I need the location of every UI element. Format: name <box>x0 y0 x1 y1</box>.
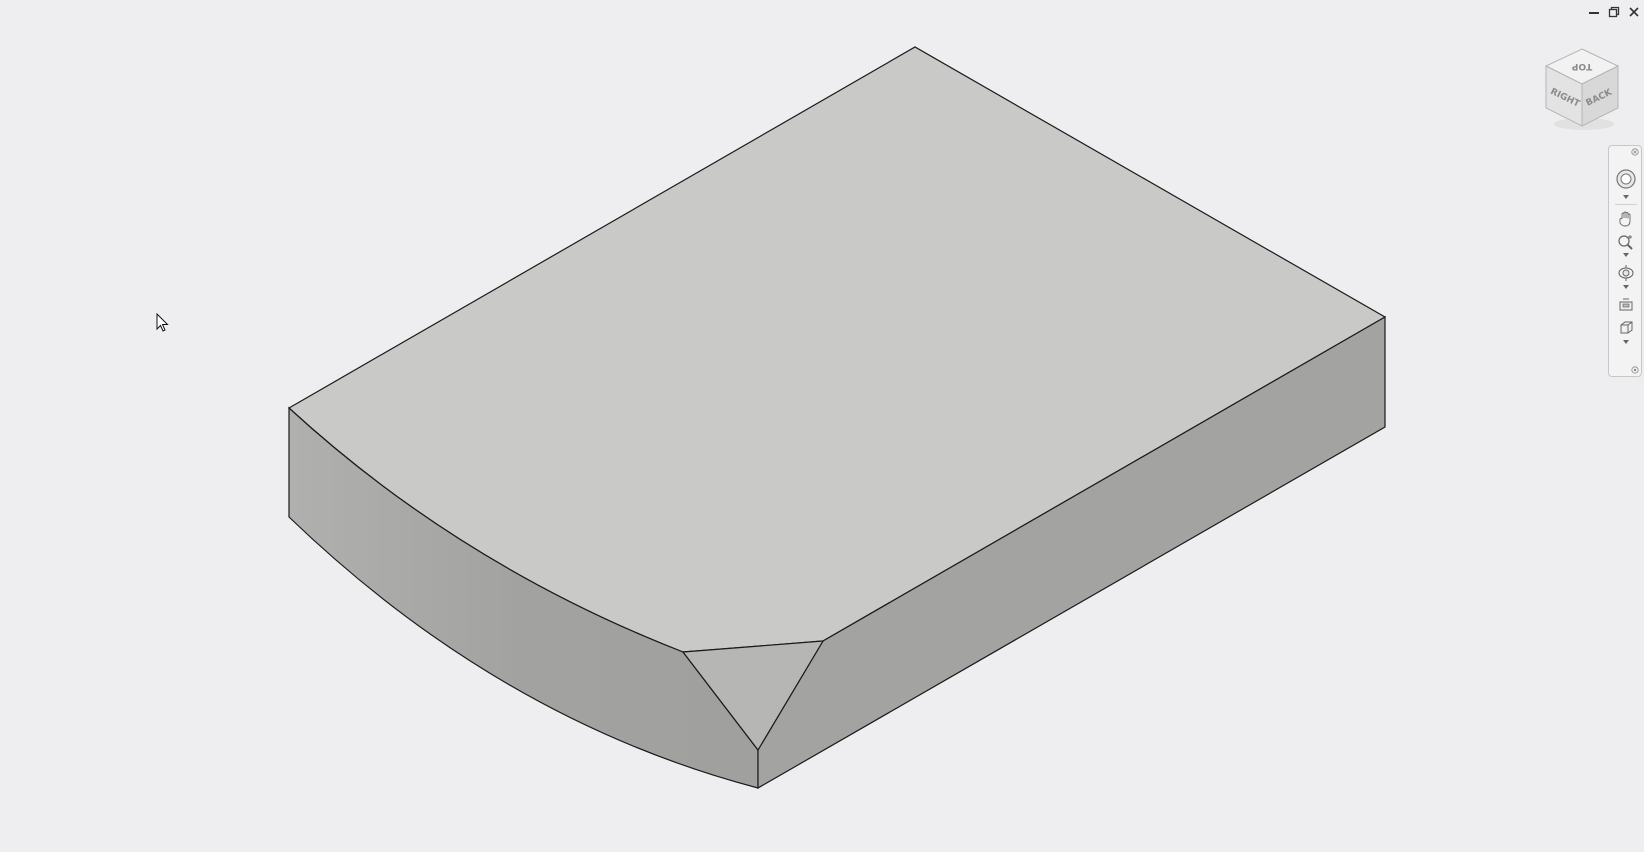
chevron-down-icon <box>1623 195 1629 199</box>
pan-button[interactable] <box>1614 208 1638 230</box>
settings-icon <box>1631 366 1639 374</box>
close-button[interactable] <box>1626 4 1642 20</box>
steering-wheel-button[interactable] <box>1614 168 1638 190</box>
navigation-bar <box>1608 145 1642 377</box>
chevron-down-icon <box>1623 340 1629 344</box>
window-controls <box>1586 4 1642 20</box>
view-face-icon <box>1620 321 1633 334</box>
graphics-viewport[interactable] <box>0 0 1644 852</box>
navbar-separator <box>1615 204 1637 205</box>
zoom-button[interactable] <box>1614 231 1638 253</box>
steering-wheel-dropdown[interactable] <box>1622 194 1630 200</box>
small-close-icon <box>1631 148 1639 156</box>
orbit-button[interactable] <box>1614 262 1638 284</box>
chevron-down-icon <box>1623 285 1629 289</box>
viewcube-top-label: TOP <box>1571 61 1592 71</box>
steering-wheel-icon <box>1616 169 1636 189</box>
3d-model-solid[interactable] <box>0 0 1644 852</box>
viewcube[interactable]: TOP RIGHT BACK <box>1540 44 1624 134</box>
chevron-down-icon <box>1623 253 1629 257</box>
look-at-icon <box>1619 298 1633 311</box>
minimize-button[interactable] <box>1586 4 1602 20</box>
view-face-dropdown[interactable] <box>1622 339 1630 345</box>
restore-button[interactable] <box>1606 4 1622 20</box>
minimize-icon <box>1589 12 1599 14</box>
navbar-customize-button[interactable] <box>1631 366 1639 374</box>
look-at-button[interactable] <box>1614 294 1638 316</box>
restore-icon <box>1608 6 1620 18</box>
mouse-pointer-icon <box>156 313 169 332</box>
close-icon <box>1629 7 1639 17</box>
zoom-dropdown[interactable] <box>1622 252 1630 258</box>
view-face-button[interactable] <box>1614 317 1638 339</box>
pan-hand-icon <box>1619 211 1631 227</box>
orbit-icon <box>1618 265 1634 281</box>
navbar-close-button[interactable] <box>1631 148 1639 156</box>
zoom-icon <box>1618 235 1633 250</box>
orbit-dropdown[interactable] <box>1622 284 1630 290</box>
